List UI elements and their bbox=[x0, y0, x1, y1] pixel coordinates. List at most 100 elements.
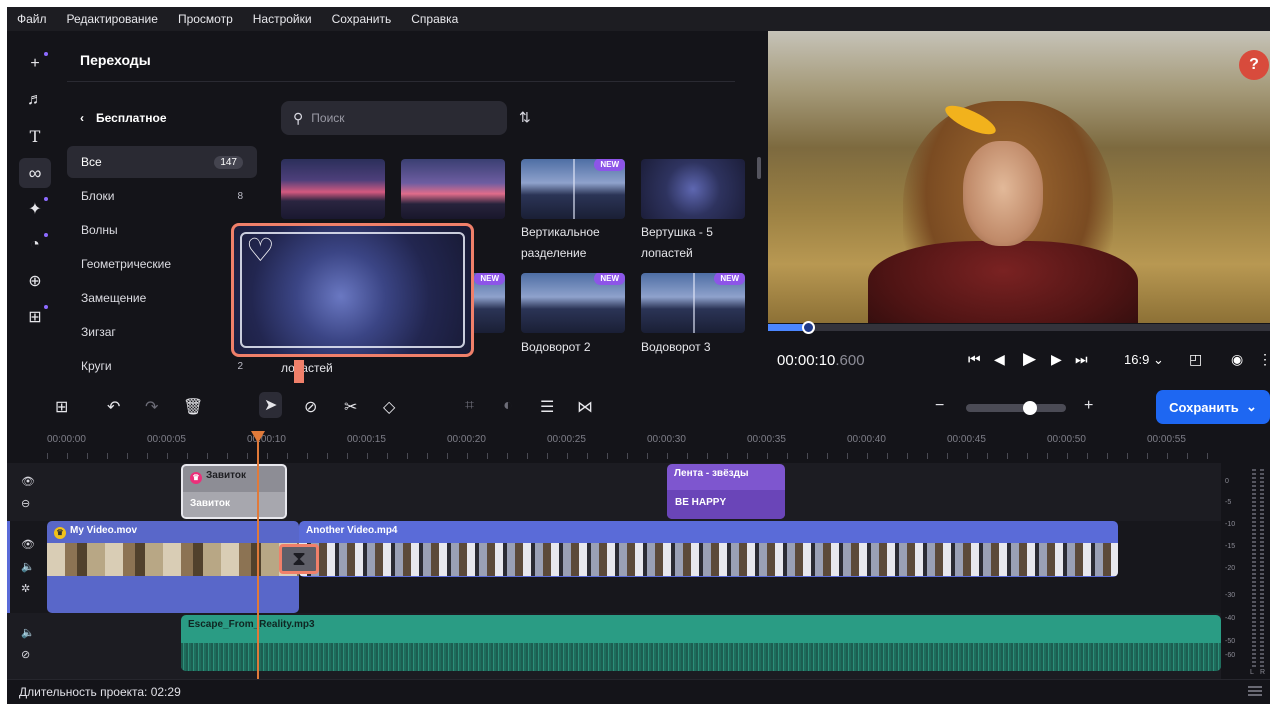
more-tools-button[interactable]: ⊞ bbox=[19, 302, 51, 332]
aspect-ratio-select[interactable]: 16:9 ⌄ bbox=[1124, 352, 1164, 368]
vu-label: -50 bbox=[1225, 638, 1236, 645]
menu-settings[interactable]: Настройки bbox=[253, 12, 312, 26]
transition-thumb[interactable]: NEW bbox=[521, 159, 625, 219]
category-circles[interactable]: Круги 2 bbox=[67, 350, 257, 382]
zoom-in-icon[interactable]: + bbox=[1084, 397, 1093, 415]
skip-end-icon[interactable]: ⏭ bbox=[1075, 351, 1088, 368]
menu-help[interactable]: Справка bbox=[411, 12, 458, 26]
menu-bar: Файл Редактирование Просмотр Настройки С… bbox=[7, 7, 1270, 31]
add-media-button[interactable]: + bbox=[19, 49, 51, 79]
chevron-down-icon: ⌄ bbox=[1152, 352, 1164, 367]
eye-icon[interactable]: 👁 bbox=[21, 538, 35, 551]
effects-icon[interactable]: ✲ bbox=[21, 582, 30, 595]
category-geometric[interactable]: Геометрические2 bbox=[67, 248, 257, 280]
redo-icon[interactable]: ↷ bbox=[145, 397, 158, 417]
help-button[interactable]: ? bbox=[1239, 50, 1269, 80]
app-window: Файл Редактирование Просмотр Настройки С… bbox=[7, 7, 1270, 704]
undo-icon[interactable]: ↶ bbox=[107, 397, 120, 417]
zoom-slider-knob[interactable] bbox=[1023, 401, 1037, 415]
transition-thumb[interactable] bbox=[281, 159, 385, 219]
speaker-icon[interactable]: 🔈 bbox=[21, 560, 35, 573]
track-color-strip bbox=[7, 521, 10, 613]
vu-label: -15 bbox=[1225, 543, 1236, 550]
clip-text: Завиток bbox=[183, 492, 285, 517]
titles-button[interactable]: T bbox=[19, 121, 51, 151]
filters-button[interactable]: ◔ bbox=[19, 230, 51, 260]
search-placeholder: Поиск bbox=[311, 111, 345, 125]
transitions-button[interactable]: ∞ bbox=[19, 158, 51, 188]
category-waves[interactable]: Волны bbox=[67, 214, 257, 246]
trash-icon[interactable]: 🗑 bbox=[183, 397, 203, 417]
ruler-label: 00:00:25 bbox=[547, 434, 586, 445]
audio-clip[interactable]: Escape_From_Reality.mp3 bbox=[181, 615, 1221, 671]
playback-progress[interactable] bbox=[768, 321, 1270, 334]
speaker-icon[interactable]: 🔈 bbox=[21, 626, 35, 639]
category-replacement[interactable]: Замещение bbox=[67, 282, 257, 314]
title-clip[interactable]: ♛ Завиток Завиток bbox=[181, 464, 287, 519]
category-zigzag[interactable]: Зигзаг1 bbox=[67, 316, 257, 348]
video-preview[interactable] bbox=[768, 31, 1270, 323]
color-icon[interactable]: ◐ bbox=[503, 397, 513, 415]
effects-button[interactable]: ✦ bbox=[19, 194, 51, 224]
video-clip[interactable]: Another Video.mp4 bbox=[299, 521, 1118, 577]
zoom-slider[interactable] bbox=[966, 404, 1066, 412]
menu-edit[interactable]: Редактирование bbox=[67, 12, 158, 26]
title-clip[interactable]: Лента - звёзды BE HAPPY bbox=[667, 464, 785, 519]
crop-icon[interactable]: ⌗ bbox=[465, 397, 474, 415]
music-button[interactable]: ♬ bbox=[19, 85, 51, 115]
zoom-out-icon[interactable]: − bbox=[935, 397, 944, 415]
chevron-left-icon: ‹ bbox=[80, 111, 84, 125]
marker-icon[interactable]: ◇ bbox=[383, 397, 395, 417]
list-icon[interactable] bbox=[1248, 686, 1262, 698]
vu-label: -40 bbox=[1225, 615, 1236, 622]
clip-name: Escape_From_Reality.mp3 bbox=[188, 619, 315, 630]
menu-file[interactable]: Файл bbox=[17, 12, 47, 26]
panel-scrollbar[interactable] bbox=[757, 157, 761, 179]
skip-start-icon[interactable]: ⏮ bbox=[968, 351, 981, 368]
category-blocks[interactable]: Блоки 8 bbox=[67, 180, 257, 212]
link-icon[interactable]: ⊖ bbox=[21, 497, 30, 510]
back-to-category[interactable]: ‹ Бесплатное bbox=[80, 111, 167, 125]
ruler-label: 00:00:55 bbox=[1147, 434, 1186, 445]
transition-marker[interactable]: ⧗ bbox=[279, 544, 319, 574]
transition-label: Водоворот 3 bbox=[641, 340, 711, 354]
save-button[interactable]: Сохранить ⌄ bbox=[1156, 390, 1270, 424]
category-count: 147 bbox=[214, 155, 243, 169]
transition-icon[interactable]: ⋈ bbox=[577, 397, 593, 417]
video-clip[interactable]: ♛ My Video.mov bbox=[47, 521, 299, 613]
transition-thumb[interactable]: NEW bbox=[521, 273, 625, 333]
select-tool-icon[interactable]: ➤ bbox=[259, 392, 283, 418]
fullscreen-icon[interactable]: ◰ bbox=[1189, 351, 1202, 368]
search-input[interactable]: ⚲ Поиск bbox=[281, 101, 507, 135]
time-ruler[interactable]: 00:00:00 00:00:05 00:00:10 00:00:15 00:0… bbox=[7, 429, 1270, 463]
sort-icon[interactable]: ⇅ bbox=[519, 109, 531, 126]
chevron-down-icon: ⌄ bbox=[1245, 399, 1257, 414]
adjust-icon[interactable]: ☰ bbox=[540, 397, 554, 417]
camera-icon[interactable]: ◉ bbox=[1231, 351, 1243, 368]
preview-figure bbox=[868, 241, 1138, 323]
play-icon[interactable]: ▶ bbox=[1023, 349, 1036, 369]
menu-save[interactable]: Сохранить bbox=[332, 12, 392, 26]
transition-thumb[interactable] bbox=[401, 159, 505, 219]
step-back-icon[interactable]: ◀︎ bbox=[994, 351, 1005, 368]
playhead[interactable] bbox=[257, 437, 259, 682]
divider bbox=[67, 81, 735, 82]
more-icon[interactable]: ⋮ bbox=[1258, 351, 1270, 368]
vu-bar-right bbox=[1260, 469, 1264, 669]
category-count: 2 bbox=[237, 360, 243, 372]
step-forward-icon[interactable]: ▶︎ bbox=[1051, 351, 1062, 368]
no-entry-icon[interactable]: ⊘ bbox=[304, 397, 317, 417]
transition-thumb[interactable] bbox=[641, 159, 745, 219]
menu-view[interactable]: Просмотр bbox=[178, 12, 233, 26]
transition-thumb[interactable]: NEW bbox=[641, 273, 745, 333]
heart-icon[interactable]: ♡ bbox=[246, 234, 275, 266]
transition-preview-highlight[interactable]: ♡ bbox=[231, 223, 474, 357]
link-off-icon[interactable]: ⊘ bbox=[21, 648, 30, 661]
stickers-button[interactable]: ⊕ bbox=[19, 266, 51, 296]
add-track-icon[interactable]: ⊞ bbox=[55, 397, 68, 417]
category-all[interactable]: Все 147 bbox=[67, 146, 257, 178]
vu-label: -30 bbox=[1225, 592, 1236, 599]
eye-icon[interactable]: 👁 bbox=[21, 475, 35, 488]
scissors-icon[interactable]: ✂ bbox=[344, 397, 357, 417]
progress-knob[interactable] bbox=[802, 321, 816, 334]
